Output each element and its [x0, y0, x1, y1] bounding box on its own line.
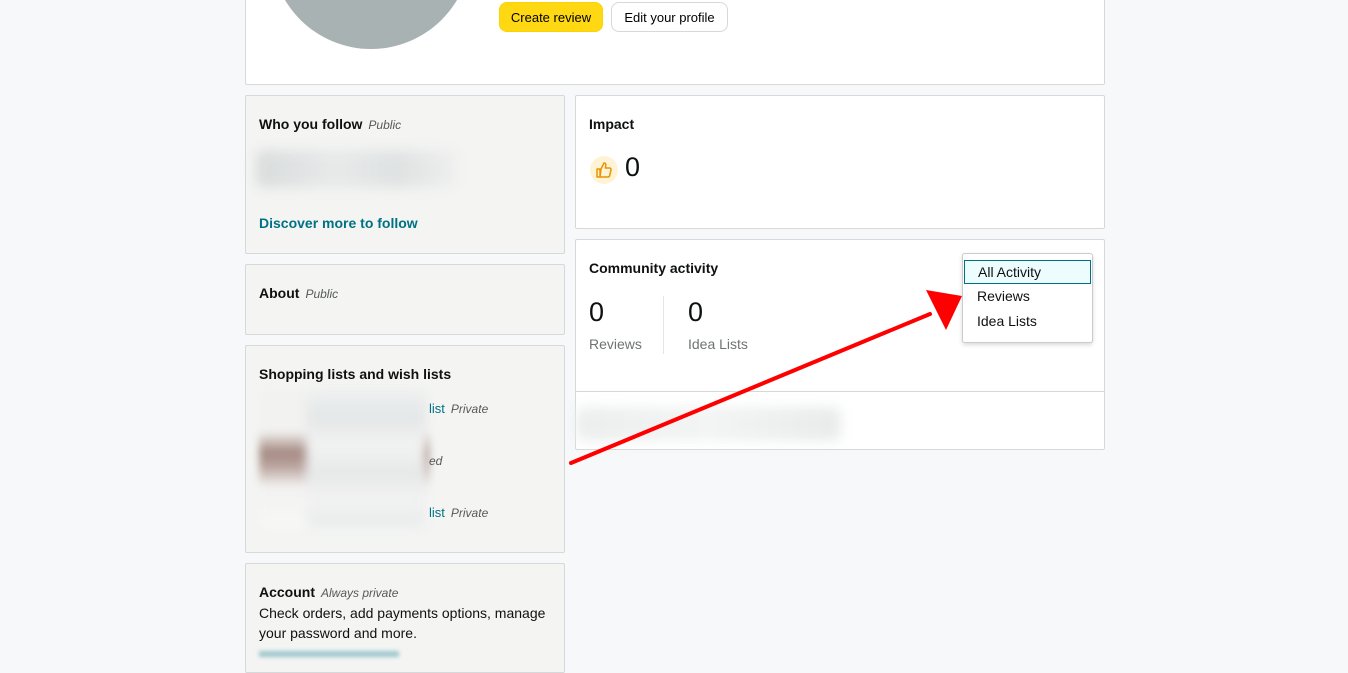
create-review-button[interactable]: Create review: [499, 2, 603, 32]
impact-card: Impact 0: [575, 95, 1105, 229]
activity-filter-dropdown[interactable]: All Activity Reviews Idea Lists: [962, 253, 1093, 343]
list-visibility: Private: [450, 402, 489, 416]
follow-heading: Who you follow Public: [259, 116, 401, 134]
about-heading: About Public: [259, 285, 338, 303]
shopping-lists-card: Shopping lists and wish lists list Privat…: [245, 345, 565, 553]
idea-lists-label: Idea Lists: [688, 336, 748, 352]
about-title: About: [259, 285, 300, 301]
list-item[interactable]: list Private: [429, 505, 488, 520]
lists-title: Shopping lists and wish lists: [259, 366, 452, 382]
dropdown-option-reviews[interactable]: Reviews: [964, 285, 1091, 309]
account-heading: Account Always private: [259, 584, 398, 602]
account-title: Account: [259, 584, 315, 600]
list-visibility: Private: [450, 506, 489, 520]
lists-heading: Shopping lists and wish lists: [259, 366, 451, 384]
activity-item-blurred: [576, 407, 841, 441]
profile-header-card: Create review Edit your profile: [245, 0, 1105, 85]
section-divider: [576, 391, 1104, 392]
idea-lists-count: 0: [688, 297, 704, 327]
impact-count: 0: [625, 152, 641, 182]
list-item[interactable]: ed: [423, 453, 442, 468]
community-title: Community activity: [589, 260, 719, 276]
thumbs-up-icon: [590, 156, 618, 184]
list-names-blurred: [306, 390, 426, 528]
list-item[interactable]: list Private: [429, 401, 488, 416]
discover-more-link[interactable]: Discover more to follow: [259, 215, 418, 231]
edit-profile-button[interactable]: Edit your profile: [611, 2, 728, 32]
reviews-count: 0: [589, 297, 605, 327]
about-card: About Public: [245, 264, 565, 335]
reviews-label: Reviews: [589, 336, 642, 352]
profile-avatar[interactable]: [271, 0, 471, 49]
list-link[interactable]: list: [429, 505, 445, 520]
dropdown-option-idea-lists[interactable]: Idea Lists: [964, 310, 1091, 334]
who-you-follow-card: Who you follow Public Discover more to fo…: [245, 95, 565, 254]
follow-visibility: Public: [368, 118, 402, 132]
about-visibility: Public: [305, 287, 339, 301]
account-visibility: Always private: [321, 586, 399, 600]
stats-divider: [663, 296, 664, 354]
dropdown-option-all-activity[interactable]: All Activity: [964, 260, 1091, 284]
impact-title: Impact: [589, 116, 635, 132]
account-description: Check orders, add payments options, mana…: [259, 605, 546, 641]
followed-profile-blurred: [256, 150, 456, 188]
follow-title: Who you follow: [259, 116, 363, 132]
list-link[interactable]: list: [429, 401, 445, 416]
account-link-cutoff[interactable]: [259, 651, 399, 657]
list-visibility: ed: [429, 454, 443, 468]
